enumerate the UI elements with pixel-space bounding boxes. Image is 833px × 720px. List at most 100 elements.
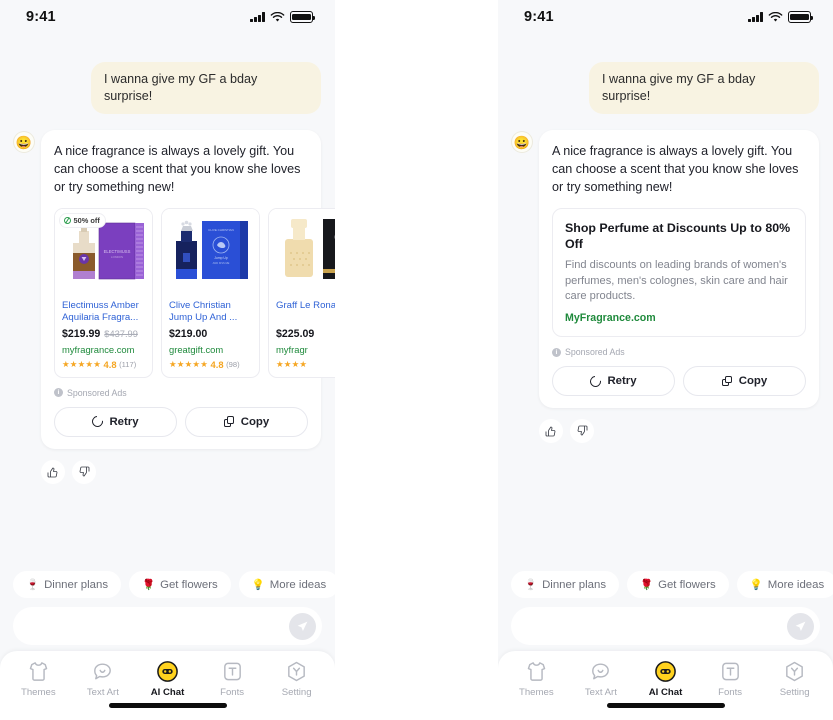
chat-scroll-right[interactable]: I wanna give my GF a bday surprise! 😀 A … bbox=[498, 34, 833, 563]
product-card[interactable]: 50% off ELECTIMUSS LONDON Electimuss Amb… bbox=[54, 207, 153, 378]
thumbs-up-button[interactable] bbox=[41, 459, 65, 484]
product-image: CLIVE CHRISTIAN Jump Up AND KISS ME bbox=[162, 208, 259, 295]
cellular-signal-icon bbox=[250, 12, 265, 22]
font-t-icon bbox=[223, 662, 241, 681]
ad-link[interactable]: MyFragrance.com bbox=[565, 312, 793, 324]
thumbs-down-button[interactable] bbox=[570, 419, 594, 444]
star-rating-icon: ★★★★★ bbox=[62, 359, 102, 370]
shirt-icon bbox=[29, 662, 48, 681]
info-icon: i bbox=[54, 388, 63, 398]
svg-text:G: G bbox=[334, 235, 335, 241]
status-time: 9:41 bbox=[26, 9, 56, 25]
thumbs-up-button[interactable] bbox=[539, 419, 563, 444]
tab-text-art[interactable]: Text Art bbox=[71, 660, 136, 698]
discount-badge: 50% off bbox=[60, 213, 105, 227]
user-message-bubble: I wanna give my GF a bday surprise! bbox=[589, 62, 819, 114]
svg-text:ELECTIMUSS: ELECTIMUSS bbox=[104, 249, 131, 254]
tab-label: Themes bbox=[518, 687, 554, 698]
text-ad-card[interactable]: Shop Perfume at Discounts Up to 80% Off … bbox=[552, 207, 806, 338]
wine-glass-icon: 🍷 bbox=[26, 579, 40, 591]
suggestion-chips: 🍷 Dinner plans 🌹 Get flowers 💡 More idea… bbox=[0, 563, 335, 598]
message-input[interactable] bbox=[29, 619, 289, 633]
tab-setting[interactable]: Setting bbox=[762, 660, 827, 698]
product-name[interactable]: Electimuss Amber Aquilaria Fragra... bbox=[62, 300, 145, 325]
product-image: 50% off ELECTIMUSS LONDON bbox=[55, 208, 152, 295]
tab-ai-chat[interactable]: AI Chat bbox=[135, 660, 200, 698]
chip-label: Get flowers bbox=[160, 578, 218, 591]
send-button[interactable] bbox=[787, 612, 814, 640]
product-name[interactable]: Clive Christian Jump Up And ... bbox=[169, 300, 252, 325]
product-price-row: $219.99 $437.99 bbox=[62, 328, 145, 340]
bottom-area: 🍷 Dinner plans 🌹 Get flowers 💡 More idea… bbox=[0, 563, 335, 651]
phone-right: 9:41 I wanna give my GF a bday surprise!… bbox=[498, 0, 833, 720]
send-button[interactable] bbox=[289, 612, 316, 640]
ai-avatar: 😀 bbox=[512, 132, 532, 152]
suggestion-chip-dinner-plans[interactable]: 🍷 Dinner plans bbox=[13, 571, 122, 598]
suggestion-chip-more-ideas[interactable]: 💡 More ideas bbox=[238, 571, 335, 598]
suggestion-chip-get-flowers[interactable]: 🌹 Get flowers bbox=[627, 571, 729, 598]
product-price: $225.09 bbox=[276, 327, 315, 340]
smiley-face-icon bbox=[157, 661, 178, 682]
user-message-row: I wanna give my GF a bday surprise! bbox=[14, 62, 321, 114]
suggestion-chip-get-flowers[interactable]: 🌹 Get flowers bbox=[129, 571, 231, 598]
suggestion-chip-more-ideas[interactable]: 💡 More ideas bbox=[736, 571, 833, 598]
tab-label: Text Art bbox=[86, 687, 119, 698]
tab-themes[interactable]: Themes bbox=[6, 660, 71, 698]
product-card[interactable]: CLIVE CHRISTIAN Jump Up AND KISS ME Cliv… bbox=[161, 207, 260, 378]
tab-fonts[interactable]: Fonts bbox=[698, 660, 763, 698]
message-actions: Retry Copy bbox=[54, 406, 308, 437]
product-merchant[interactable]: myfragrance.com bbox=[62, 344, 145, 355]
ai-message-row: 😀 A nice fragrance is always a lovely gi… bbox=[512, 130, 819, 409]
chip-label: More ideas bbox=[269, 578, 327, 591]
wine-glass-icon: 🍷 bbox=[524, 579, 538, 591]
cellular-signal-icon bbox=[748, 12, 763, 22]
copy-label: Copy bbox=[240, 415, 270, 428]
copy-button[interactable]: Copy bbox=[683, 366, 806, 397]
message-composer bbox=[13, 607, 322, 645]
perfume-blue-image: CLIVE CHRISTIAN Jump Up AND KISS ME bbox=[162, 208, 259, 295]
speech-bubble-icon bbox=[592, 663, 610, 680]
ai-message-text: A nice fragrance is always a lovely gift… bbox=[54, 144, 301, 194]
phone-left: 9:41 I wanna give my GF a bday surprise!… bbox=[0, 0, 335, 720]
product-card[interactable]: Graff Le Rona $225.09 myfragr ★★★★ bbox=[268, 207, 335, 378]
product-price-row: $225.09 bbox=[276, 328, 335, 340]
panel-gap bbox=[335, 0, 498, 720]
product-rating-row: ★★★★ bbox=[276, 359, 335, 369]
star-rating-icon: ★★★★ bbox=[276, 358, 308, 369]
tab-themes[interactable]: Themes bbox=[504, 660, 569, 698]
sponsored-text: Sponsored Ads bbox=[565, 347, 625, 358]
chip-label: Get flowers bbox=[658, 578, 716, 591]
thumbs-down-button[interactable] bbox=[72, 459, 96, 484]
retry-button[interactable]: Retry bbox=[552, 366, 675, 397]
product-name[interactable]: Graff Le Rona V bbox=[276, 300, 335, 325]
tab-ai-chat[interactable]: AI Chat bbox=[633, 660, 698, 698]
copy-button[interactable]: Copy bbox=[185, 406, 308, 437]
product-merchant[interactable]: greatgift.com bbox=[169, 344, 252, 355]
message-input[interactable] bbox=[527, 619, 787, 633]
suggestion-chip-dinner-plans[interactable]: 🍷 Dinner plans bbox=[511, 571, 620, 598]
tab-setting[interactable]: Setting bbox=[264, 660, 329, 698]
reaction-row bbox=[41, 459, 321, 484]
tab-fonts[interactable]: Fonts bbox=[200, 660, 265, 698]
tab-text-art[interactable]: Text Art bbox=[569, 660, 634, 698]
product-price: $219.99 bbox=[62, 327, 101, 340]
product-carousel[interactable]: 50% off ELECTIMUSS LONDON Electimuss Amb… bbox=[54, 207, 335, 378]
home-indicator bbox=[108, 703, 227, 708]
home-indicator-area bbox=[0, 698, 335, 720]
thumbs-up-icon bbox=[47, 467, 58, 478]
rating-value: 4.8 bbox=[210, 358, 224, 370]
retry-button[interactable]: Retry bbox=[54, 406, 177, 437]
chat-scroll-left[interactable]: I wanna give my GF a bday surprise! 😀 A … bbox=[0, 34, 335, 563]
svg-text:LONDON: LONDON bbox=[111, 255, 123, 259]
thumbs-up-icon bbox=[545, 426, 556, 437]
product-merchant[interactable]: myfragr bbox=[276, 344, 335, 355]
speech-bubble-icon bbox=[94, 663, 112, 680]
home-indicator bbox=[606, 703, 725, 708]
tab-label: Themes bbox=[20, 687, 56, 698]
wifi-icon bbox=[270, 11, 285, 21]
sponsored-label: i Sponsored Ads bbox=[54, 388, 308, 398]
copy-icon bbox=[721, 375, 733, 387]
message-actions: Retry Copy bbox=[552, 366, 806, 397]
svg-text:AND KISS ME: AND KISS ME bbox=[213, 261, 230, 265]
ai-message-text: A nice fragrance is always a lovely gift… bbox=[552, 144, 799, 194]
